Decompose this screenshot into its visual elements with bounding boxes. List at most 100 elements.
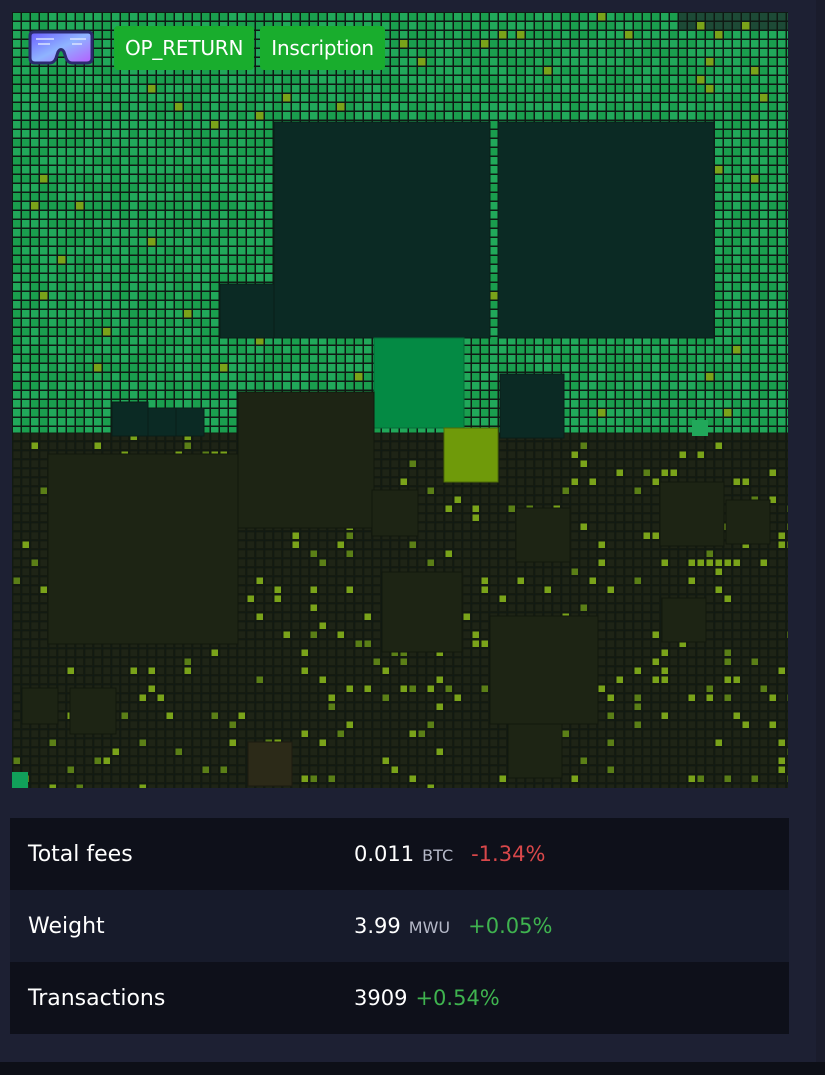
tx-square[interactable] xyxy=(751,229,759,237)
tx-square[interactable] xyxy=(733,319,741,327)
tx-square[interactable] xyxy=(706,94,714,102)
tx-square[interactable] xyxy=(121,328,129,336)
tx-square[interactable] xyxy=(769,175,777,183)
tx-square[interactable] xyxy=(571,13,579,21)
tx-square[interactable] xyxy=(723,486,732,495)
tx-square[interactable] xyxy=(624,450,633,459)
tx-square[interactable] xyxy=(337,346,345,354)
tx-square[interactable] xyxy=(742,211,750,219)
tx-square[interactable] xyxy=(688,409,696,417)
tx-square[interactable] xyxy=(22,256,30,264)
tx-square[interactable] xyxy=(733,346,741,354)
tx-square[interactable] xyxy=(337,76,345,84)
tx-square[interactable] xyxy=(373,13,381,21)
tx-square[interactable] xyxy=(787,13,788,21)
tx-square[interactable] xyxy=(724,274,732,282)
tx-square[interactable] xyxy=(472,40,480,48)
tx-square[interactable] xyxy=(517,85,525,93)
tx-square[interactable] xyxy=(490,292,498,300)
tx-square[interactable] xyxy=(643,103,651,111)
tx-square[interactable] xyxy=(193,175,201,183)
tx-square[interactable] xyxy=(202,103,210,111)
tx-square[interactable] xyxy=(157,139,165,147)
tx-square[interactable] xyxy=(786,477,788,486)
tx-square[interactable] xyxy=(778,238,786,246)
tx-square[interactable] xyxy=(553,76,561,84)
tx-square[interactable] xyxy=(112,13,120,21)
tx-square[interactable] xyxy=(112,175,120,183)
tx-square[interactable] xyxy=(759,432,768,441)
tx-square[interactable] xyxy=(769,148,777,156)
tx-square[interactable] xyxy=(463,76,471,84)
tx-square[interactable] xyxy=(670,76,678,84)
tx-square[interactable] xyxy=(265,364,273,372)
tx-square[interactable] xyxy=(130,94,138,102)
tx-square[interactable] xyxy=(256,373,264,381)
tx-square[interactable] xyxy=(184,76,192,84)
tx-square[interactable] xyxy=(760,400,768,408)
tx-square[interactable] xyxy=(715,400,723,408)
tx-square[interactable] xyxy=(409,67,417,75)
tx-square[interactable] xyxy=(94,121,102,129)
tx-square[interactable] xyxy=(256,265,264,273)
tx-square[interactable] xyxy=(175,94,183,102)
tx-square[interactable] xyxy=(202,319,210,327)
tx-square[interactable] xyxy=(742,67,750,75)
tx-square[interactable] xyxy=(741,450,750,459)
tx-square[interactable] xyxy=(148,76,156,84)
tx-square[interactable] xyxy=(552,441,561,450)
tx-square[interactable] xyxy=(337,13,345,21)
tx-square[interactable] xyxy=(678,432,687,441)
tx-square[interactable] xyxy=(624,468,633,477)
tx-square[interactable] xyxy=(651,432,660,441)
tx-square[interactable] xyxy=(769,265,777,273)
tx-square[interactable] xyxy=(256,346,264,354)
tx-square[interactable] xyxy=(508,85,516,93)
tx-square[interactable] xyxy=(184,355,192,363)
tx-square[interactable] xyxy=(112,184,120,192)
tx-square[interactable] xyxy=(94,310,102,318)
tx-square[interactable] xyxy=(139,103,147,111)
tx-square[interactable] xyxy=(229,211,237,219)
tx-square[interactable] xyxy=(517,31,525,39)
tx-square[interactable] xyxy=(49,328,57,336)
tx-square[interactable] xyxy=(481,112,489,120)
tx-square[interactable] xyxy=(742,337,750,345)
tx-square[interactable] xyxy=(121,121,129,129)
tx-square[interactable] xyxy=(292,373,300,381)
tx-square[interactable] xyxy=(112,85,120,93)
tx-square[interactable] xyxy=(426,504,435,513)
tx-square[interactable] xyxy=(778,22,786,30)
tx-square[interactable] xyxy=(490,400,498,408)
tx-square[interactable] xyxy=(669,468,678,477)
tx-square[interactable] xyxy=(724,220,732,228)
tx-square[interactable] xyxy=(553,49,561,57)
tx-square[interactable] xyxy=(607,85,615,93)
tx-square[interactable] xyxy=(769,103,777,111)
tx-square[interactable] xyxy=(715,139,723,147)
tx-square[interactable] xyxy=(769,67,777,75)
tx-square[interactable] xyxy=(660,450,669,459)
tx-square[interactable] xyxy=(156,441,165,450)
tx-square[interactable] xyxy=(436,76,444,84)
tx-square[interactable] xyxy=(58,391,66,399)
tx-square[interactable] xyxy=(85,310,93,318)
tx-square[interactable] xyxy=(472,382,480,390)
tx-square[interactable] xyxy=(202,130,210,138)
tx-square[interactable] xyxy=(462,504,471,513)
tx-square[interactable] xyxy=(733,184,741,192)
tx-square[interactable] xyxy=(31,283,39,291)
transaction-grid[interactable] xyxy=(12,12,788,788)
tx-square[interactable] xyxy=(418,22,426,30)
tx-square[interactable] xyxy=(12,459,21,468)
tx-square[interactable] xyxy=(184,166,192,174)
tx-square[interactable] xyxy=(13,373,21,381)
tx-square[interactable] xyxy=(211,409,219,417)
tx-square[interactable] xyxy=(652,400,660,408)
tx-square[interactable] xyxy=(786,450,788,459)
tx-square[interactable] xyxy=(454,40,462,48)
tx-square[interactable] xyxy=(679,373,687,381)
tx-square[interactable] xyxy=(444,486,453,495)
tx-square[interactable] xyxy=(130,382,138,390)
tx-square[interactable] xyxy=(40,274,48,282)
